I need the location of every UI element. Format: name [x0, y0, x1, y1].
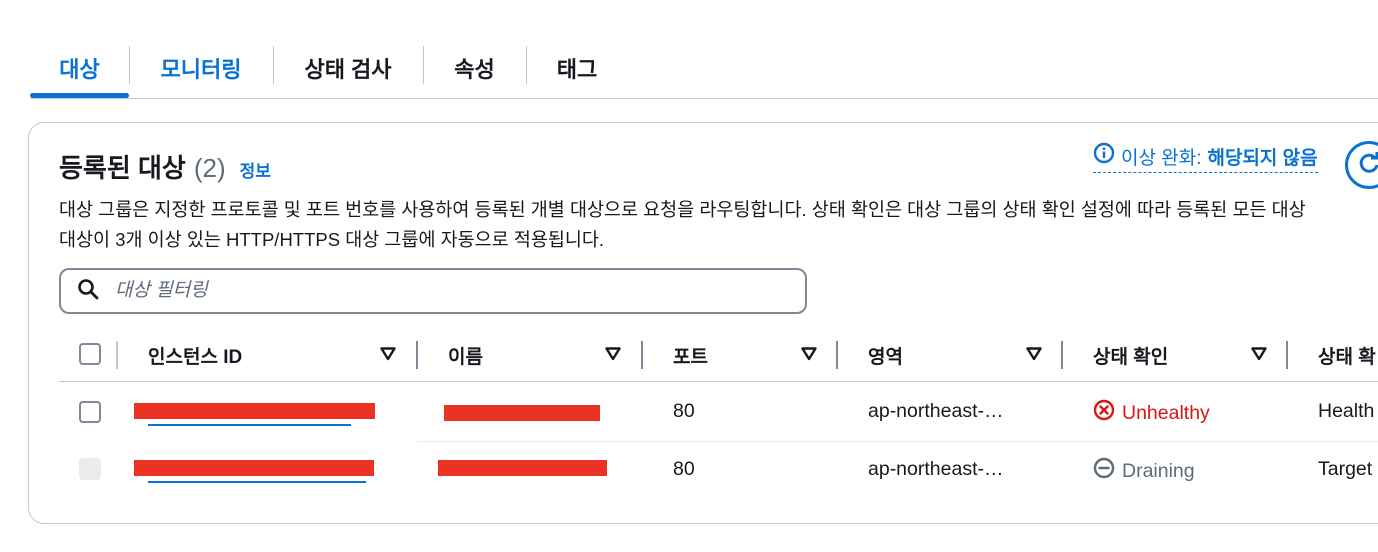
tab-monitoring[interactable]: 모니터링: [130, 40, 272, 96]
search-icon: [77, 278, 99, 305]
zone-value: ap-northeast-…: [868, 400, 1004, 422]
redacted-instance-name: [438, 460, 607, 476]
tab-targets[interactable]: 대상: [30, 40, 129, 96]
filter-input[interactable]: [113, 279, 717, 303]
anomaly-mitigation-indicator[interactable]: 이상 완화: 해당되지 않음: [1093, 142, 1318, 173]
sort-caret-icon[interactable]: [380, 347, 396, 361]
health-status: Unhealthy: [1093, 399, 1210, 427]
tab-bar: 대상 모니터링 상태 검사 속성 태그: [30, 40, 1378, 99]
column-resizer[interactable]: [836, 341, 838, 369]
column-header-instance-id[interactable]: 인스턴스 ID: [148, 337, 242, 373]
active-tab-indicator: [30, 93, 129, 98]
column-resizer[interactable]: [1061, 341, 1063, 369]
port-value: 80: [673, 400, 695, 422]
anomaly-mitigation-label: 이상 완화:: [1121, 147, 1202, 169]
row-checkbox[interactable]: [79, 401, 101, 423]
sort-caret-icon[interactable]: [801, 347, 817, 361]
health-details-value: Target: [1318, 458, 1373, 480]
column-resizer[interactable]: [1286, 341, 1288, 369]
sort-caret-icon[interactable]: [1026, 347, 1042, 361]
description-line: 대상 그룹은 지정한 프로토콜 및 포트 번호를 사용하여 등록된 개별 대상으…: [59, 199, 1306, 220]
column-header-health-details[interactable]: 상태 확: [1318, 337, 1376, 373]
info-link[interactable]: 정보: [240, 157, 271, 182]
tab-tags[interactable]: 태그: [527, 40, 627, 96]
health-status-text: Unhealthy: [1122, 401, 1210, 424]
column-header-zone[interactable]: 영역: [868, 337, 903, 373]
health-status: Draining: [1093, 457, 1195, 485]
error-circle-icon: [1093, 399, 1115, 427]
column-header-port[interactable]: 포트: [673, 337, 708, 373]
sort-caret-icon[interactable]: [605, 347, 621, 361]
table-header-divider: [59, 381, 1378, 382]
target-count: (2): [193, 153, 226, 183]
panel-header: 등록된 대상 (2) 정보: [59, 148, 271, 185]
description-line: 대상이 3개 이상 있는 HTTP/HTTPS 대상 그룹에 자동으로 적용됩니…: [59, 229, 605, 250]
health-status-text: Draining: [1122, 459, 1195, 482]
tab-attributes[interactable]: 속성: [424, 40, 525, 96]
redacted-instance-id: [134, 460, 374, 476]
refresh-button[interactable]: [1345, 141, 1378, 189]
instance-id-link[interactable]: [148, 481, 366, 483]
column-header-health-status[interactable]: 상태 확인: [1093, 337, 1168, 373]
column-divider: [116, 341, 118, 369]
zone-value: ap-northeast-…: [868, 458, 1004, 480]
filter-search[interactable]: [59, 268, 807, 314]
column-resizer[interactable]: [416, 341, 418, 369]
registered-targets-panel: 등록된 대상 (2) 정보 이상 완화: 해당되지 않음 대상 그룹은 지정한 …: [28, 122, 1378, 524]
sort-caret-icon[interactable]: [1251, 347, 1267, 361]
redacted-instance-id: [134, 403, 375, 419]
redacted-instance-name: [444, 405, 600, 421]
column-resizer[interactable]: [641, 341, 643, 369]
select-all-checkbox[interactable]: [79, 343, 101, 365]
health-details-value: Health: [1318, 400, 1375, 422]
instance-id-link[interactable]: [148, 424, 351, 426]
refresh-icon: [1356, 150, 1378, 181]
column-header-name[interactable]: 이름: [448, 337, 483, 373]
row-checkbox-disabled: [79, 458, 101, 480]
info-circle-icon: [1093, 142, 1115, 170]
minus-circle-icon: [1093, 457, 1115, 485]
panel-description: 대상 그룹은 지정한 프로토콜 및 포트 번호를 사용하여 등록된 개별 대상으…: [59, 195, 1378, 255]
port-value: 80: [673, 458, 695, 480]
panel-title: 등록된 대상: [59, 153, 186, 183]
anomaly-mitigation-value: 해당되지 않음: [1207, 147, 1318, 169]
row-divider: [417, 441, 1378, 442]
tab-health-checks[interactable]: 상태 검사: [274, 40, 422, 96]
